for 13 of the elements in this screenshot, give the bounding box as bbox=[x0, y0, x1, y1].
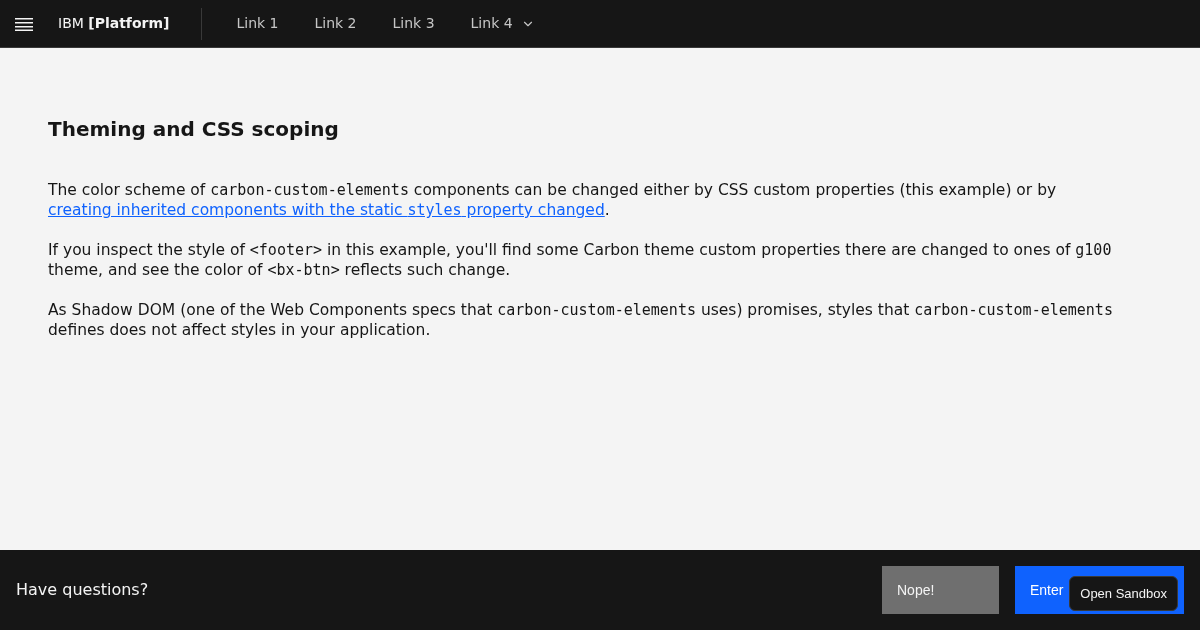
paragraph: The color scheme of carbon-custom-elements components can be changed either by CSS custom properties (this example) or by creating inherited components with the static styles property changed. bbox=[48, 180, 1058, 220]
open-sandbox-button[interactable]: Open Sandbox bbox=[1069, 575, 1178, 611]
nav-menu-link[interactable]: Link 4 bbox=[452, 0, 553, 48]
platform-name[interactable]: IBM [Platform] bbox=[48, 7, 203, 40]
page-heading: Theming and CSS scoping bbox=[48, 116, 340, 143]
paragraph: If you inspect the style of <footer> in this example, you'll find some Carbon theme custom properties there are changed to ones of g100 theme, and see the color of <bx-btn> reflects such change. bbox=[48, 240, 1113, 280]
footer-question: Have questions? bbox=[16, 579, 150, 601]
nope-button[interactable]: Nope! bbox=[882, 566, 999, 614]
nav-link[interactable]: Link 1 bbox=[218, 0, 297, 48]
paragraph: As Shadow DOM (one of the Web Components specs that carbon-custom-elements uses) promises, styles that carbon-custom-elements defines does not affect styles in your application. bbox=[48, 300, 1114, 340]
inline-link[interactable]: creating inherited components with the static styles property changed bbox=[48, 201, 605, 219]
nav-link[interactable]: Link 2 bbox=[296, 0, 375, 48]
nav-link[interactable]: Link 3 bbox=[374, 0, 453, 48]
